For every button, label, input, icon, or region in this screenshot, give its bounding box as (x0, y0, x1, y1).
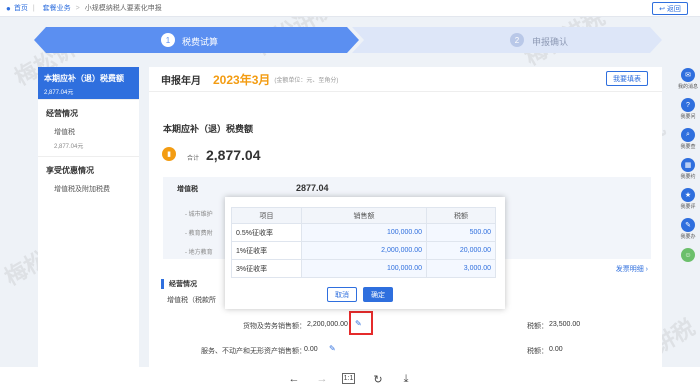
my-messages-button[interactable]: ✉ 我的消息 (677, 68, 699, 90)
step-number: 1 (161, 33, 175, 47)
row-tax-input[interactable]: 3,000.00 (426, 259, 496, 278)
nav-item-vat-surcharge[interactable]: 增值税及附加税费 (38, 180, 139, 198)
cancel-button[interactable]: 取消 (327, 287, 357, 302)
goods-sales-label: 货物及劳务销售额： (243, 323, 306, 330)
vat-label: 增值税 (177, 186, 198, 193)
confirm-button[interactable]: 确定 (363, 287, 393, 302)
rate-button[interactable]: ★ 我要评 (677, 188, 699, 210)
row-item: 1%征收率 (231, 241, 302, 260)
unit-note: (金额单位：元、至角分) (274, 77, 339, 84)
fill-form-button[interactable]: 我要填表 (606, 71, 648, 86)
service-sales-value: 0.00 (304, 346, 318, 353)
step-1: 1 税费试算 (34, 27, 359, 53)
back-icon: ↩ (659, 5, 665, 13)
nav-item-vat-amount: 2,877.04元 (54, 144, 84, 150)
chart-icon: ▮ (162, 147, 176, 161)
row-tax-input[interactable]: 20,000.00 (426, 241, 496, 260)
handle-button[interactable]: ✎ 我要办 (677, 218, 699, 240)
invoice-detail-link[interactable]: 发票明细 › (616, 264, 648, 274)
breadcrumb-current: 小规模纳税人要素化申报 (84, 5, 162, 12)
back-button[interactable]: ↩ 返回 (652, 2, 688, 15)
period-label: 申报年月 (161, 75, 201, 87)
row-item: 0.5%征收率 (231, 223, 302, 242)
business-section-title: 经营情况 (161, 279, 197, 289)
nav-section-business[interactable]: 经营情况 (38, 99, 139, 123)
service-tax-value: 0.00 (549, 346, 563, 353)
row-tax-input[interactable]: 500.00 (426, 223, 496, 242)
row-sales-input[interactable]: 2,000,000.00 (301, 241, 427, 260)
table-row: 3%征收率 100,000.00 3,000.00 (231, 259, 496, 278)
service-sales-label: 服务、不动产和无形资产销售额： (201, 348, 306, 355)
location-icon: ● (6, 3, 11, 13)
surcharge-local-education: - 地方教育 (185, 250, 213, 256)
table-row: 0.5%征收率 100,000.00 500.00 (231, 223, 496, 242)
ask-button[interactable]: ? 我要问 (677, 98, 699, 120)
message-icon: ✉ (681, 68, 695, 82)
top-bar: ● 首页 | 套餐业务 > 小规模纳税人要素化申报 ↩ 返回 (0, 0, 700, 17)
total-value: 2,877.04 (206, 147, 261, 163)
robot-assistant-icon[interactable]: ☺ (677, 248, 699, 262)
vat-value: 2877.04 (296, 183, 329, 193)
nav-item-vat[interactable]: 增值税 (38, 123, 139, 141)
arrow-right-icon[interactable]: → (314, 371, 330, 387)
nav-item-tax-payable[interactable]: 本期应补（退）税费额 2,877.04元 (38, 67, 139, 99)
row-sales-input[interactable]: 100,000.00 (301, 259, 427, 278)
row-item: 3%征收率 (231, 259, 302, 278)
col-item: 项目 (231, 207, 302, 224)
sales-breakdown-modal: 项目 销售额 税额 0.5%征收率 100,000.00 500.00 1%征收… (225, 197, 505, 309)
question-icon: ? (681, 98, 695, 112)
goods-tax-label: 税额： (527, 323, 548, 330)
step-label: 税费试算 (182, 37, 219, 47)
service-tax-label: 税额： (527, 348, 548, 355)
surcharge-urban: - 城市维护 (185, 212, 213, 218)
breakdown-table: 项目 销售额 税额 0.5%征收率 100,000.00 500.00 1%征收… (231, 207, 496, 278)
step-number: 2 (510, 33, 524, 47)
section-title: 本期应补（退）税费额 (163, 124, 254, 134)
right-toolbar: ✉ 我的消息 ? 我要问 ⌕ 我要查 ▦ 我要约 ★ 我要评 ✎ 我要办 ☺ (674, 64, 700, 364)
surcharge-education: - 教育费附 (185, 231, 213, 237)
goods-sales-value: 2,200,000.00 (307, 321, 348, 328)
table-row: 1%征收率 2,000,000.00 20,000.00 (231, 241, 496, 260)
left-nav: 本期应补（退）税费额 2,877.04元 经营情况 增值税 2,877.04元 … (38, 67, 139, 367)
download-icon[interactable]: ⤓ (398, 371, 414, 387)
period-value: 2023年3月 (213, 72, 271, 87)
col-tax: 税额 (426, 207, 496, 224)
edit-icon[interactable]: ✎ (329, 344, 336, 353)
calendar-icon: ▦ (681, 158, 695, 172)
star-icon: ★ (681, 188, 695, 202)
pen-icon: ✎ (681, 218, 695, 232)
chevron-right-icon: › (645, 266, 648, 273)
query-button[interactable]: ⌕ 我要查 (677, 128, 699, 150)
arrow-left-icon[interactable]: ← (286, 371, 302, 387)
col-sales: 销售额 (301, 207, 427, 224)
period-header: 申报年月 2023年3月 (金额单位：元、至角分) 我要填表 (149, 67, 662, 92)
step-label: 申报确认 (532, 37, 569, 47)
total-label: 合计 (187, 156, 200, 162)
actual-size-icon[interactable]: 1:1 (342, 373, 355, 384)
step-indicator: 1 税费试算 2 申报确认 (34, 27, 662, 53)
goods-tax-value: 23,500.00 (549, 321, 581, 328)
breadcrumb-biz[interactable]: 套餐业务 (43, 3, 71, 13)
bottom-toolbar: ← → 1:1 ↻ ⤓ (0, 367, 700, 391)
search-icon: ⌕ (681, 128, 695, 142)
vat-row-label: 增值税（税款所 (167, 297, 216, 304)
nav-section-preferential[interactable]: 享受优惠情况 (38, 156, 139, 180)
row-sales-input[interactable]: 100,000.00 (301, 223, 427, 242)
highlight-box (349, 311, 373, 335)
rotate-icon[interactable]: ↻ (370, 371, 386, 387)
step-2: 2 申报确认 (352, 27, 662, 53)
breadcrumb-home[interactable]: 首页 (14, 3, 28, 13)
appointment-button[interactable]: ▦ 我要约 (677, 158, 699, 180)
